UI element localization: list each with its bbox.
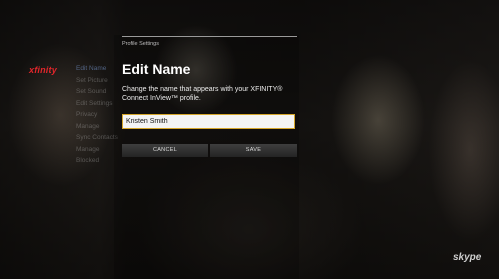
page-title: Edit Name: [122, 61, 191, 77]
tv-screen: xfinity Edit Name Set Picture Set Sound …: [0, 0, 499, 279]
breadcrumb: Profile Settings: [122, 41, 159, 47]
xfinity-logo: xfinity: [29, 65, 57, 75]
cancel-button[interactable]: CANCEL: [122, 144, 208, 157]
header-divider: [122, 36, 297, 37]
name-input[interactable]: [122, 114, 295, 129]
description-text: Change the name that appears with your X…: [122, 86, 283, 102]
skype-logo: skype: [453, 252, 482, 263]
save-button[interactable]: SAVE: [210, 144, 297, 157]
